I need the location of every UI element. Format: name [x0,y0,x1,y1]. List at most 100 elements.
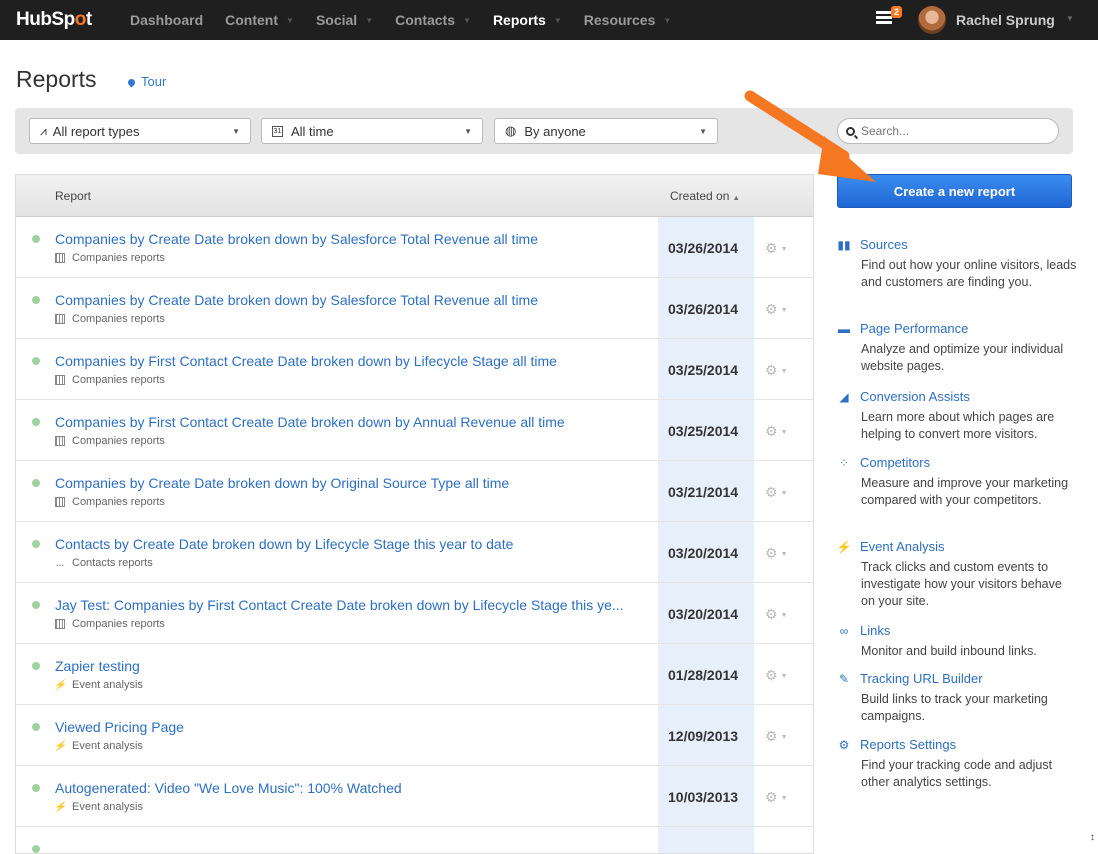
table-row[interactable]: Companies by Create Date broken down by … [16,217,813,278]
row-settings-gear-icon[interactable]: ⚙ ▼ [765,484,788,501]
notifications-menu-icon[interactable] [876,11,892,25]
chevron-down-icon: ▼ [780,550,788,558]
hubspot-logo[interactable]: HubSpot [16,9,92,31]
sidebar-item-conversion-assists: ◢ Conversion Assists Learn more about whic… [837,389,1077,443]
nav-item-reports[interactable]: Reports ▼ [493,12,562,28]
row-settings-gear-icon[interactable]: ⚙ ▼ [765,667,788,684]
report-title-link[interactable]: Companies by First Contact Create Date b… [55,414,565,430]
table-row[interactable]: Companies by First Contact Create Date b… [16,339,813,400]
created-date: 03/21/2014 [668,484,739,500]
row-settings-gear-icon[interactable]: ⚙ ▼ [765,606,788,623]
created-date: 03/25/2014 [668,423,739,439]
page-title: Reports [16,66,97,92]
nav-item-content[interactable]: Content ▼ [225,12,294,28]
report-title-link[interactable]: Companies by Create Date broken down by … [55,475,509,491]
table-row[interactable]: Companies by First Contact Create Date b… [16,400,813,461]
chevron-down-icon[interactable]: ▼ [463,16,471,25]
table-row[interactable]: Autogenerated: Video "We Love Music": 10… [16,766,813,827]
report-category: Companies reports [55,313,165,325]
avatar[interactable] [918,6,946,34]
report-category: Companies reports [55,496,165,508]
nav-item-social[interactable]: Social ▼ [316,12,373,28]
time-range-select[interactable]: 31 All time ▼ [261,118,483,144]
report-category: ꓸꓸꓸ Contacts reports [55,557,153,569]
row-settings-gear-icon[interactable]: ⚙ ▼ [765,789,788,806]
table-row[interactable] [16,827,813,853]
report-title-link[interactable]: Contacts by Create Date broken down by L… [55,536,513,552]
bolt-icon: ⚡ [53,679,67,691]
column-header-created-on[interactable]: Created on ▲ [670,189,740,203]
link-icon: ∞ [839,623,849,638]
sidebar-link[interactable]: ⚙ Reports Settings [837,737,1077,752]
chevron-down-icon: ▼ [780,306,788,314]
row-settings-gear-icon[interactable]: ⚙ ▼ [765,301,788,318]
row-settings-gear-icon[interactable]: ⚙ ▼ [765,423,788,440]
chevron-down-icon[interactable]: ▼ [365,16,373,25]
bolt-icon: ⚡ [53,801,67,813]
report-title-link[interactable]: Viewed Pricing Page [55,719,184,735]
report-title-link[interactable]: Jay Test: Companies by First Contact Cre… [55,597,624,613]
sidebar-description: Find your tracking code and adjust other… [861,758,1053,789]
gear-icon: ⚙ [838,737,850,752]
sidebar-description: Analyze and optimize your individual web… [861,342,1064,373]
nav-item-dashboard[interactable]: Dashboard [130,12,203,28]
user-menu-caret-icon[interactable]: ▼ [1066,14,1074,23]
chevron-down-icon: ▼ [780,245,788,253]
report-title-link[interactable]: Zapier testing [55,658,140,674]
sidebar-description: Track clicks and custom events to invest… [861,560,1062,608]
building-icon [55,253,65,263]
sidebar-link[interactable]: ▮▮ Sources [837,237,1077,252]
pencil-icon: ✎ [838,671,850,686]
row-settings-gear-icon[interactable]: ⚙ ▼ [765,545,788,562]
resize-arrow-icon: ↕ [1090,832,1095,843]
nav-item-contacts[interactable]: Contacts ▼ [395,12,471,28]
building-icon [55,375,65,385]
building-icon [55,314,65,324]
row-settings-gear-icon[interactable]: ⚙ ▼ [765,240,788,257]
table-header: Report Created on ▲ [16,175,813,217]
sidebar-item-tracking-url-builder: ✎ Tracking URL Builder Build links to trac… [837,671,1077,725]
table-row[interactable]: Zapier testing ⚡ Event analysis 01/28/2014 ⚙… [16,644,813,705]
report-category: Companies reports [55,252,165,264]
globe-icon: ◍ [505,123,517,138]
report-category: ⚡ Event analysis [53,801,143,813]
owner-select[interactable]: ◍ By anyone ▼ [494,118,718,144]
chevron-down-icon[interactable]: ▼ [554,16,562,25]
sidebar-link[interactable]: ∞ Links [837,623,1077,638]
sidebar-description: Monitor and build inbound links. [861,644,1037,658]
table-row[interactable]: Companies by Create Date broken down by … [16,278,813,339]
sidebar-link[interactable]: ◢ Conversion Assists [837,389,1077,404]
sidebar-link[interactable]: ⚡ Event Analysis [837,539,1077,554]
sidebar-link[interactable]: ⁘ Competitors [837,455,1077,470]
table-row[interactable]: Viewed Pricing Page ⚡ Event analysis 12/09/… [16,705,813,766]
status-dot [32,540,40,548]
user-name[interactable]: Rachel Sprung [956,12,1055,28]
report-title-link[interactable]: Companies by Create Date broken down by … [55,231,538,247]
created-date: 03/20/2014 [668,545,739,561]
sidebar-link[interactable]: ▬ Page Performance [837,321,1077,336]
report-title-link[interactable]: Companies by Create Date broken down by … [55,292,538,308]
sidebar-item-page-performance: ▬ Page Performance Analyze and optimize yo… [837,321,1077,375]
report-title-link[interactable]: Companies by First Contact Create Date b… [55,353,557,369]
row-settings-gear-icon[interactable]: ⚙ ▼ [765,728,788,745]
table-row[interactable]: Companies by Create Date broken down by … [16,461,813,522]
people-icon: ꓸꓸꓸ [55,557,65,568]
sidebar-link[interactable]: ✎ Tracking URL Builder [837,671,1077,686]
bar-chart-icon: ▮▮ [837,237,851,252]
table-row[interactable]: Contacts by Create Date broken down by L… [16,522,813,583]
report-category: Companies reports [55,618,165,630]
sidebar-item-competitors: ⁘ Competitors Measure and improve your mar… [837,455,1077,509]
chevron-down-icon: ▼ [780,672,788,680]
row-settings-gear-icon[interactable]: ⚙ ▼ [765,362,788,379]
report-type-select[interactable]: ⩘ All report types ▼ [29,118,251,144]
sort-asc-icon: ▲ [732,194,740,202]
column-header-report[interactable]: Report [55,189,91,203]
chevron-down-icon: ▼ [780,367,788,375]
nav-item-resources[interactable]: Resources ▼ [584,12,672,28]
chevron-down-icon[interactable]: ▼ [663,16,671,25]
status-dot [32,357,40,365]
table-row[interactable]: Jay Test: Companies by First Contact Cre… [16,583,813,644]
chevron-down-icon[interactable]: ▼ [286,16,294,25]
report-title-link[interactable]: Autogenerated: Video "We Love Music": 10… [55,780,402,796]
tour-link[interactable]: Tour [126,74,166,89]
